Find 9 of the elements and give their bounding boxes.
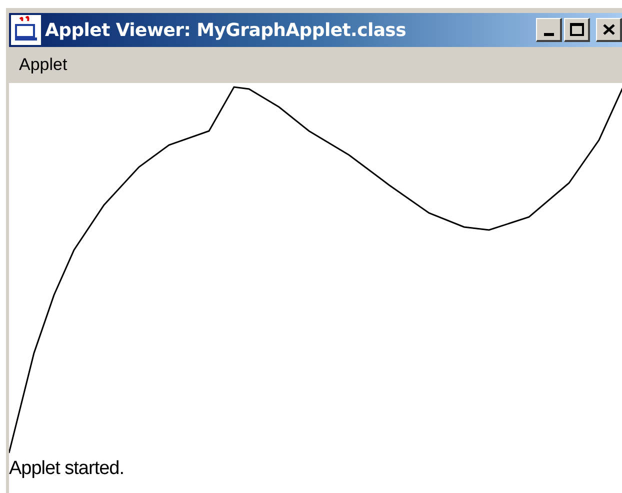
close-icon: [602, 24, 614, 35]
maximize-icon: [570, 23, 584, 36]
window-title: Applet Viewer: MyGraphApplet.class: [45, 18, 406, 42]
maximize-button[interactable]: [564, 18, 590, 42]
minimize-icon: [544, 33, 554, 36]
close-button[interactable]: [596, 18, 622, 42]
menu-item[interactable]: Applet: [15, 52, 72, 78]
status-text: Applet started.: [9, 459, 126, 478]
minimize-button[interactable]: [536, 18, 562, 42]
